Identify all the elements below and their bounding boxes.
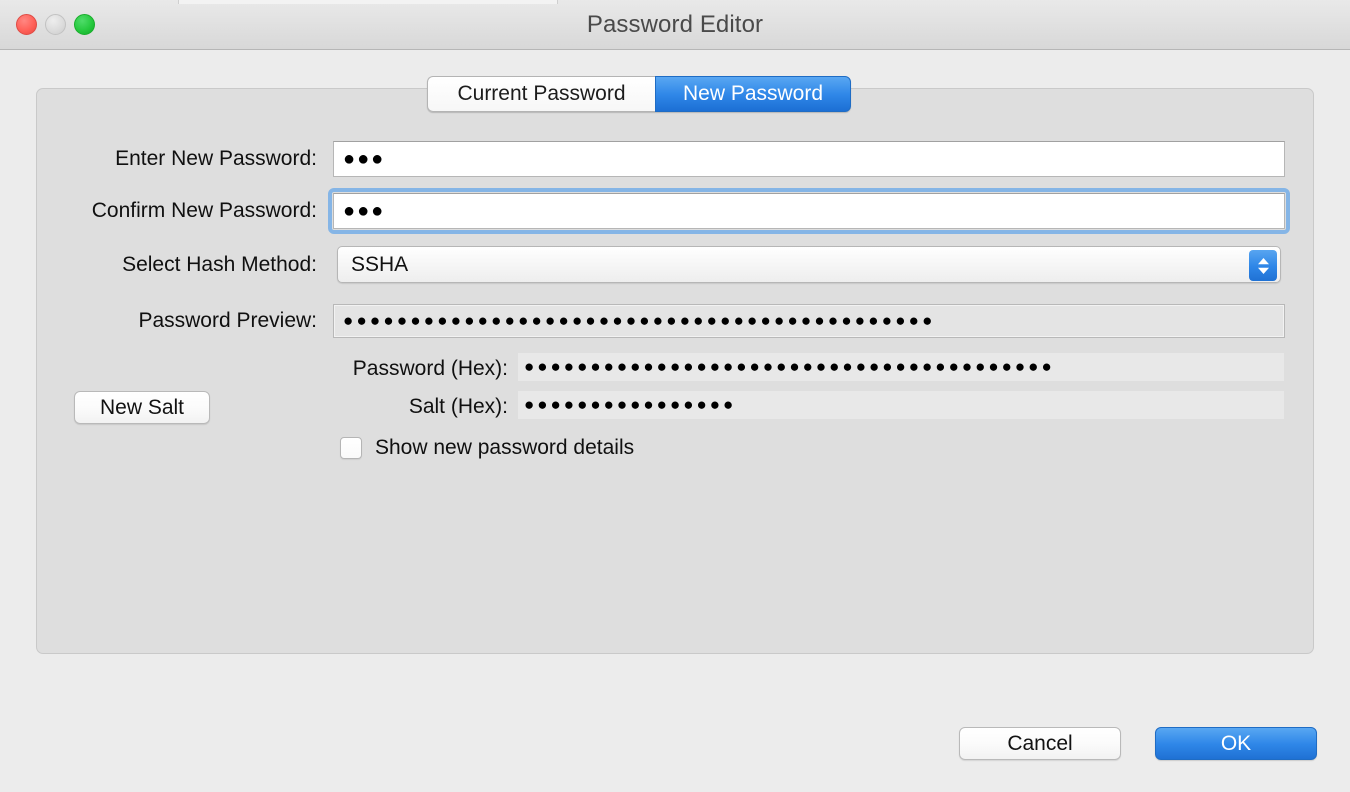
enter-new-password-input[interactable]: ●●●	[333, 141, 1285, 177]
title-bar: Password Editor	[0, 0, 1350, 50]
tab-strip: Current Password New Password	[427, 76, 851, 112]
show-new-password-details-checkbox[interactable]	[340, 437, 362, 459]
confirm-new-password-input[interactable]: ●●●	[333, 193, 1285, 229]
password-preview-field: ●●●●●●●●●●●●●●●●●●●●●●●●●●●●●●●●●●●●●●●●…	[333, 304, 1285, 338]
window-title: Password Editor	[586, 11, 764, 38]
password-editor-window: Password Editor Current Password New Pas…	[0, 0, 1350, 792]
salt-hex-field: ●●●●●●●●●●●●●●●●	[518, 391, 1284, 419]
show-new-password-details-row[interactable]: Show new password details	[340, 436, 634, 460]
confirm-new-password-label: Confirm New Password:	[91, 199, 317, 222]
cancel-button[interactable]: Cancel	[959, 727, 1121, 760]
hash-method-selected-value: SSHA	[351, 252, 409, 276]
hash-method-select[interactable]: SSHA	[337, 246, 1281, 283]
titlebar-notch	[178, 0, 558, 4]
enter-new-password-label: Enter New Password:	[115, 147, 317, 170]
tab-new-password[interactable]: New Password	[655, 76, 851, 112]
password-hex-label: Password (Hex):	[352, 357, 508, 380]
tab-current-password[interactable]: Current Password	[427, 76, 655, 112]
salt-hex-label: Salt (Hex):	[408, 395, 508, 418]
new-salt-button[interactable]: New Salt	[74, 391, 210, 424]
select-hash-method-label: Select Hash Method:	[122, 253, 317, 276]
show-new-password-details-label: Show new password details	[375, 436, 635, 459]
chevron-up-down-icon[interactable]	[1249, 250, 1277, 281]
password-preview-label: Password Preview:	[138, 309, 317, 332]
ok-button[interactable]: OK	[1155, 727, 1317, 760]
password-hex-field: ●●●●●●●●●●●●●●●●●●●●●●●●●●●●●●●●●●●●●●●●	[518, 353, 1284, 381]
